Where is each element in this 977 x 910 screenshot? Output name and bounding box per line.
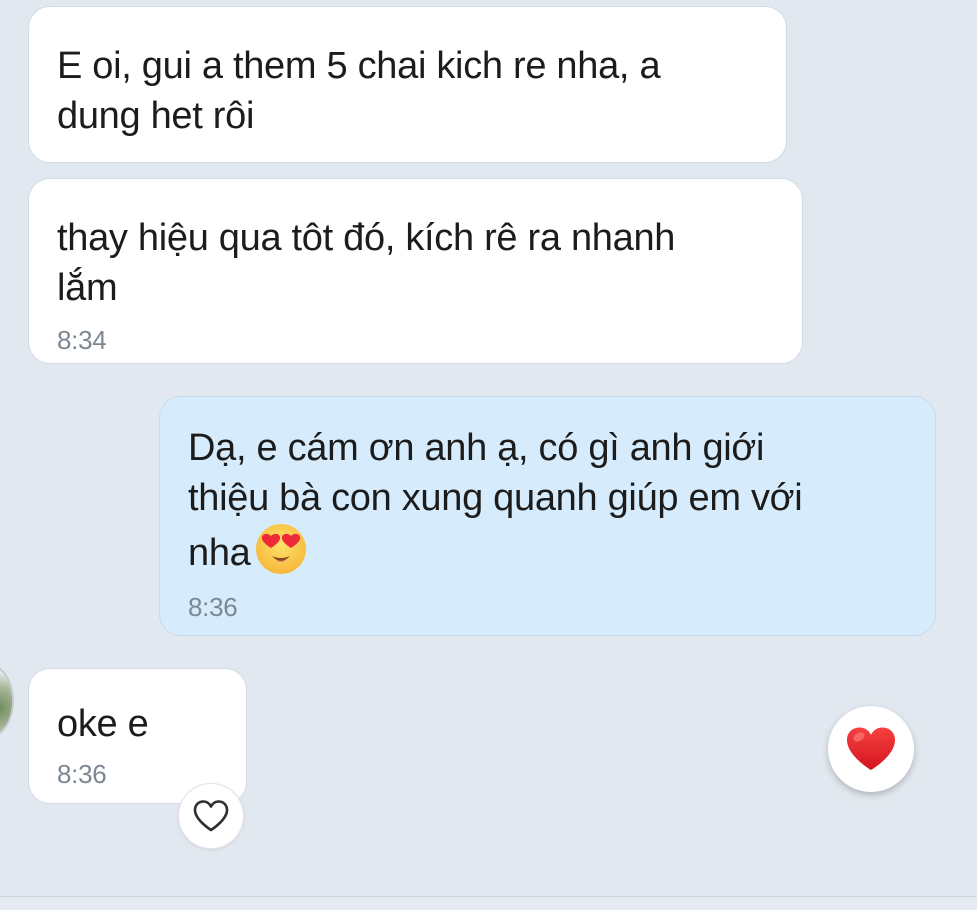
add-reaction-button[interactable] xyxy=(178,783,244,849)
heart-outline-icon xyxy=(193,800,229,832)
sender-avatar[interactable] xyxy=(0,664,14,738)
message-text: Dạ, e cám ơn anh ạ, có gì anh giới thiệu… xyxy=(188,427,803,574)
composer-edge xyxy=(0,896,977,910)
message-text: thay hiệu qua tôt đó, kích rê ra nhanh l… xyxy=(57,217,676,309)
message-timestamp: 8:36 xyxy=(188,592,238,622)
message-bubble-outgoing[interactable]: Dạ, e cám ơn anh ạ, có gì anh giới thiệu… xyxy=(159,396,936,636)
message-bubble-incoming[interactable]: E oi, gui a them 5 chai kich re nha, a d… xyxy=(28,6,787,163)
heart-eyes-emoji-icon xyxy=(255,524,306,574)
message-text: oke e xyxy=(57,703,149,745)
message-timestamp: 8:34 xyxy=(57,325,107,355)
red-heart-icon xyxy=(847,727,895,770)
message-text: E oi, gui a them 5 chai kich re nha, a d… xyxy=(57,45,661,137)
chat-thread: E oi, gui a them 5 chai kich re nha, a d… xyxy=(0,0,977,910)
quick-reaction-button[interactable] xyxy=(828,706,914,792)
message-timestamp: 8:36 xyxy=(57,759,107,789)
message-bubble-incoming[interactable]: thay hiệu qua tôt đó, kích rê ra nhanh l… xyxy=(28,178,803,364)
